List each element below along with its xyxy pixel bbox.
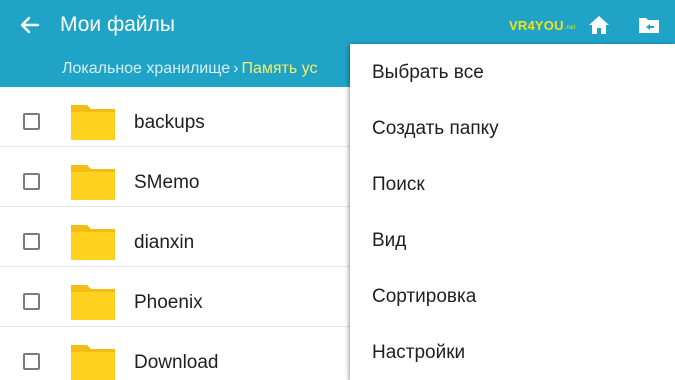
breadcrumb-current[interactable]: Память ус <box>241 60 317 77</box>
folder-icon <box>71 165 115 200</box>
page-title: Мои файлы <box>60 13 176 36</box>
back-button[interactable] <box>14 9 46 41</box>
folder-up-button[interactable] <box>634 10 664 40</box>
file-name: Download <box>134 352 219 373</box>
watermark-suffix: .net <box>564 25 576 31</box>
menu-item-label: Создать папку <box>372 118 499 139</box>
menu-item-label: Вид <box>372 230 407 251</box>
home-button[interactable] <box>584 10 614 40</box>
select-checkbox[interactable] <box>23 173 40 190</box>
arrow-left-icon <box>20 16 40 34</box>
watermark-text: VR4YOU <box>509 18 564 33</box>
folder-icon <box>71 105 115 140</box>
select-checkbox[interactable] <box>23 233 40 250</box>
home-icon <box>589 16 609 34</box>
folder-icon <box>71 225 115 260</box>
menu-item-select-all[interactable]: Выбрать все <box>350 44 675 100</box>
watermark-logo: VR4YOU.net <box>509 18 575 33</box>
file-name: SMemo <box>134 172 200 193</box>
file-name: dianxin <box>134 232 195 253</box>
menu-item-label: Выбрать все <box>372 62 484 83</box>
menu-item-search[interactable]: Поиск <box>350 156 675 212</box>
breadcrumb: Локальное хранилище › Память ус <box>62 58 317 80</box>
folder-icon <box>71 345 115 380</box>
menu-item-label: Настройки <box>372 342 466 363</box>
select-checkbox[interactable] <box>23 353 40 370</box>
menu-item-label: Сортировка <box>372 286 477 307</box>
folder-up-icon <box>639 18 659 33</box>
menu-item-label: Поиск <box>372 174 425 195</box>
breadcrumb-root[interactable]: Локальное хранилище <box>62 60 230 77</box>
my-files-app: Мои файлы VR4YOU.net Локальное хранилище… <box>0 0 675 380</box>
select-checkbox[interactable] <box>23 293 40 310</box>
select-checkbox[interactable] <box>23 113 40 130</box>
breadcrumb-separator: › <box>233 60 239 77</box>
menu-item-settings[interactable]: Настройки <box>350 324 675 380</box>
file-name: backups <box>134 112 205 133</box>
overflow-menu: Выбрать все Создать папку Поиск Вид Сорт… <box>350 44 675 380</box>
file-name: Phoenix <box>134 292 203 313</box>
menu-item-create-folder[interactable]: Создать папку <box>350 100 675 156</box>
folder-icon <box>71 285 115 320</box>
menu-item-view[interactable]: Вид <box>350 212 675 268</box>
menu-item-sort[interactable]: Сортировка <box>350 268 675 324</box>
